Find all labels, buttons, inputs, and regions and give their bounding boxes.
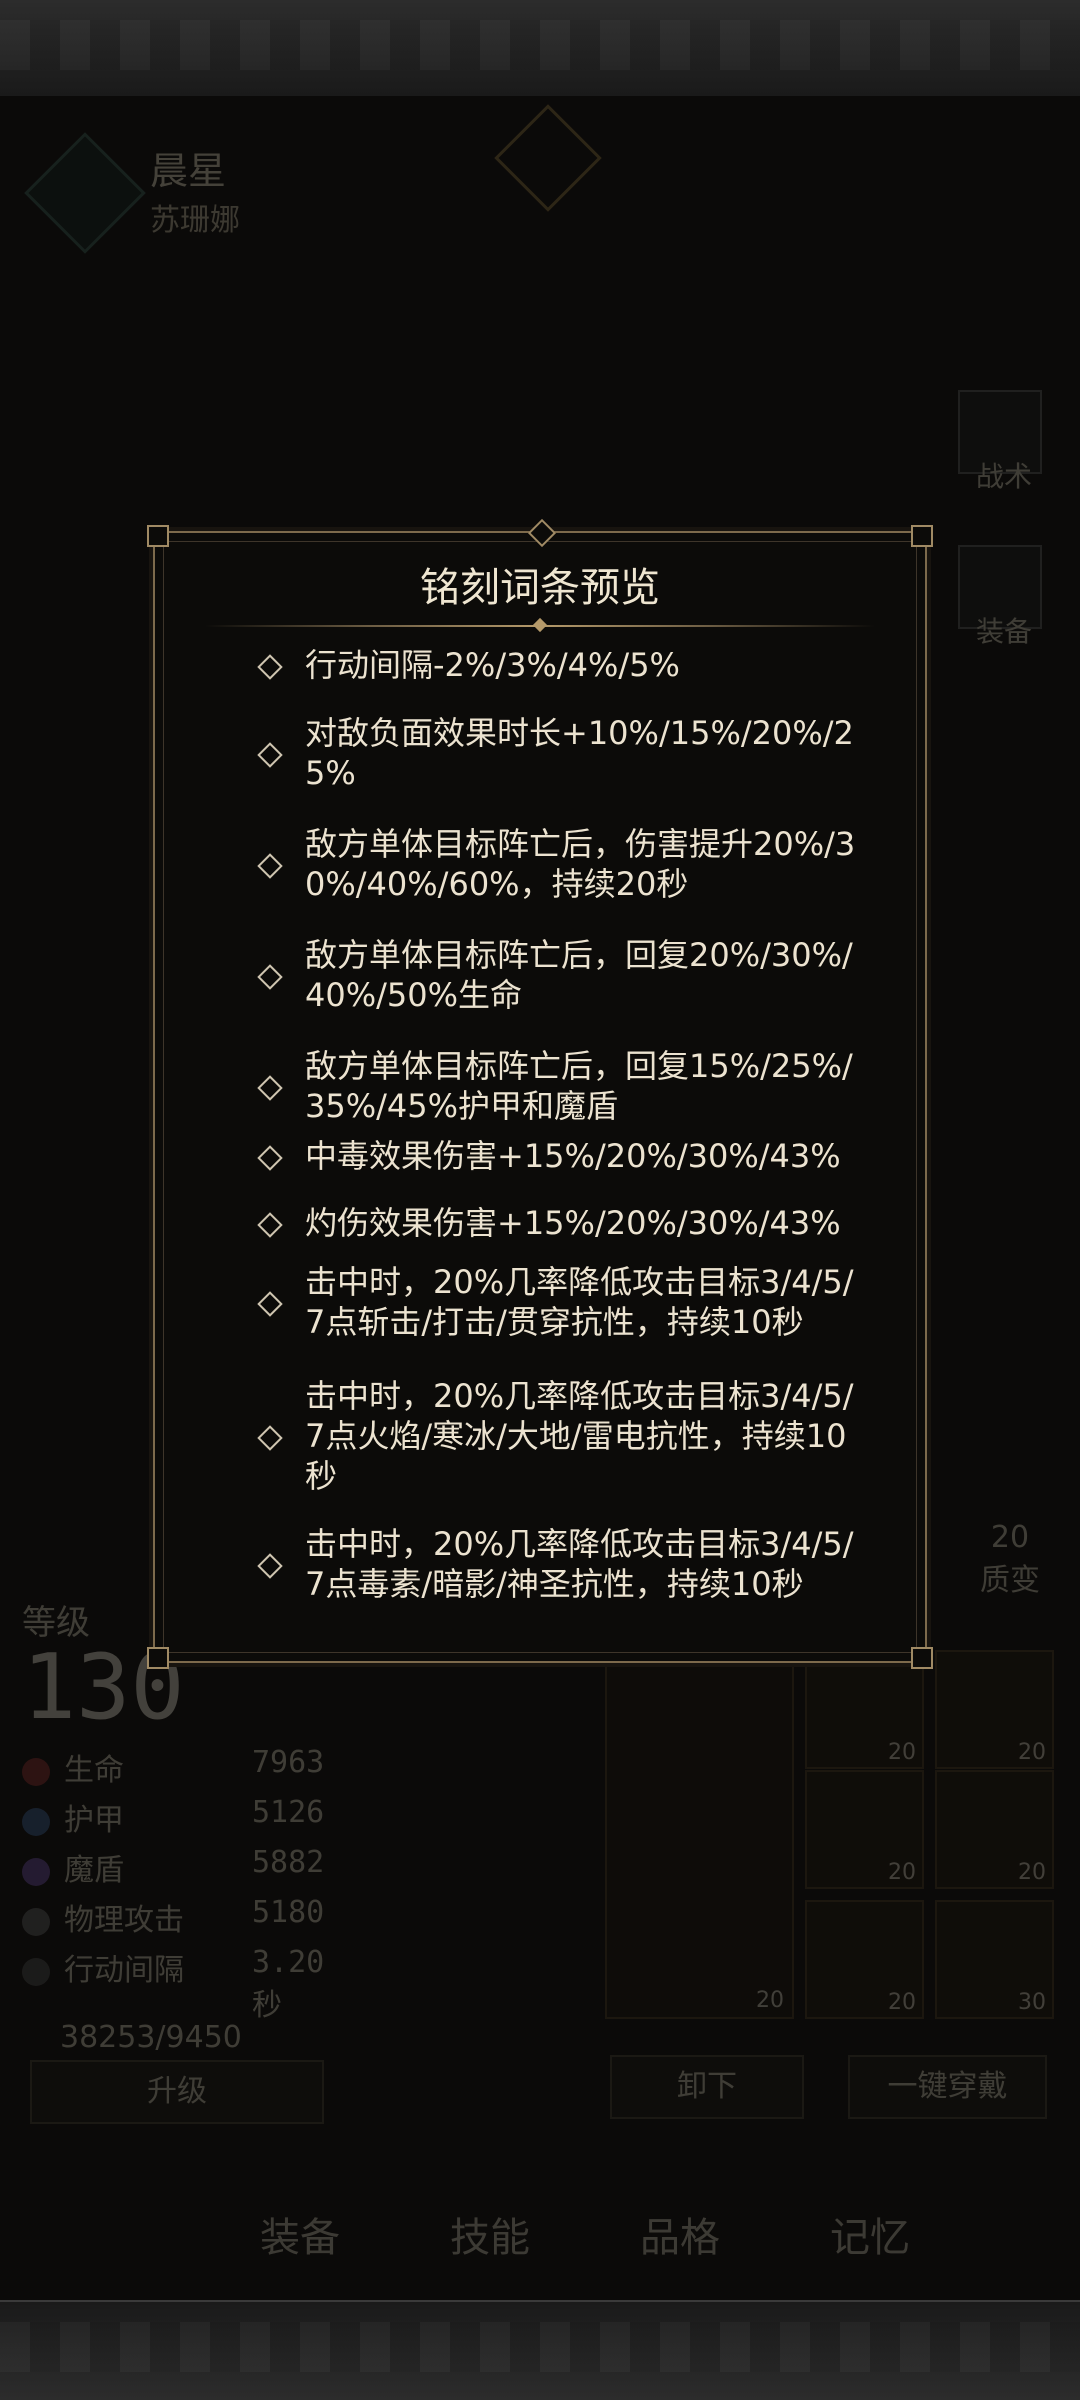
diamond-bullet-icon: [257, 1291, 283, 1317]
hero-title: 晨星: [150, 149, 227, 193]
equip-slot[interactable]: 20: [805, 1900, 924, 2019]
affix-text: 灼伤效果伤害+15%/20%/30%/43%: [305, 1204, 841, 1242]
quality-indicator: 20 质变: [980, 1520, 1040, 1599]
affix-text: 敌方单体目标阵亡后，回复20%/30%/40%/50%生命: [305, 936, 853, 1014]
stat-value: 3.20秒: [252, 1945, 325, 2023]
affix-text: 敌方单体目标阵亡后，伤害提升20%/30%/40%/60%，持续20秒: [305, 825, 856, 903]
stat-armor: 护甲 5126: [22, 1795, 342, 1839]
stat-action-interval: 行动间隔 3.20秒: [22, 1945, 342, 2023]
stat-label: 行动间隔: [64, 1953, 184, 1988]
stat-attack: 物理攻击 5180: [22, 1895, 342, 1939]
modal-title: 铭刻词条预览: [420, 565, 660, 611]
diamond-bullet-icon: [257, 1075, 283, 1101]
affix-text: 击中时，20%几率降低攻击目标3/4/5/7点毒素/暗影/神圣抗性，持续10秒: [305, 1525, 854, 1603]
inscription-preview-modal: 铭刻词条预览 行动间隔-2%/3%/4%/5% 对敌负面效果时长+10%/15%…: [147, 518, 933, 1669]
diamond-bullet-icon: [257, 1212, 283, 1238]
diamond-bullet-icon: [257, 1553, 283, 1579]
title-divider: [205, 625, 875, 627]
shield-icon: [22, 1807, 50, 1836]
stat-label: 护甲: [64, 1803, 124, 1838]
stat-value: 5882: [252, 1845, 325, 1880]
bottom-frame: [0, 2300, 1080, 2400]
upgrade-button[interactable]: 升级: [30, 2060, 324, 2124]
stat-magic-shield: 魔盾 5882: [22, 1845, 342, 1889]
diamond-bullet-icon: [257, 853, 283, 879]
stat-value: 5180: [252, 1895, 325, 1930]
slot-level: 20: [1018, 1860, 1046, 1885]
equip-slot[interactable]: 20: [935, 1650, 1054, 1769]
corner-ornament: [147, 525, 169, 547]
tactics-label: 战术: [975, 460, 1032, 493]
diamond-bullet-icon: [257, 1425, 283, 1451]
equip-slot[interactable]: 20: [935, 1770, 1054, 1889]
unequip-button[interactable]: 卸下: [610, 2055, 804, 2119]
tab-traits[interactable]: 品格: [640, 2205, 720, 2263]
exp-counter: 38253/9450: [60, 2020, 242, 2055]
equip-all-button[interactable]: 一键穿戴: [848, 2055, 1047, 2119]
slot-level: 20: [888, 1990, 916, 2015]
affix-text: 击中时，20%几率降低攻击目标3/4/5/7点斩击/打击/贯穿抗性，持续10秒: [305, 1263, 854, 1341]
stat-value: 5126: [252, 1795, 325, 1830]
heart-icon: [22, 1757, 50, 1786]
stat-label: 生命: [64, 1753, 124, 1788]
corner-ornament: [911, 525, 933, 547]
weapon-slot[interactable]: 20: [605, 1650, 794, 2019]
corner-ornament: [911, 1647, 933, 1669]
gear-side-label: 装备: [975, 615, 1032, 648]
tab-skills[interactable]: 技能: [450, 2205, 530, 2263]
top-frame: [0, 0, 1080, 98]
stat-hp: 生命 7963: [22, 1745, 342, 1789]
tab-equipment[interactable]: 装备: [260, 2205, 340, 2263]
clock-icon: [22, 1957, 50, 1986]
slot-level: 20: [756, 1988, 784, 2013]
quality-value: 20: [990, 1520, 1030, 1555]
magic-shield-icon: [22, 1857, 50, 1886]
affix-text: 敌方单体目标阵亡后，回复15%/25%/35%/45%护甲和魔盾: [305, 1047, 853, 1125]
affix-text: 中毒效果伤害+15%/20%/30%/43%: [305, 1137, 841, 1175]
slot-level: 20: [888, 1740, 916, 1765]
hero-name: 苏珊娜: [150, 203, 240, 238]
equip-slot[interactable]: 20: [805, 1770, 924, 1889]
diamond-bullet-icon: [257, 654, 283, 680]
stat-label: 物理攻击: [64, 1903, 184, 1938]
sword-icon: [22, 1907, 50, 1936]
diamond-bullet-icon: [257, 742, 283, 768]
stat-label: 魔盾: [64, 1853, 124, 1888]
equip-slot[interactable]: 20: [805, 1650, 924, 1769]
affix-text: 对敌负面效果时长+10%/15%/20%/25%: [305, 714, 854, 792]
corner-ornament: [147, 1647, 169, 1669]
affix-text: 击中时，20%几率降低攻击目标3/4/5/7点火焰/寒冰/大地/雷电抗性，持续1…: [305, 1377, 854, 1495]
diamond-bullet-icon: [257, 964, 283, 990]
stat-value: 7963: [252, 1745, 325, 1780]
quality-label: 质变: [980, 1563, 1040, 1598]
affix-text: 行动间隔-2%/3%/4%/5%: [305, 646, 680, 684]
slot-level: 30: [1018, 1990, 1046, 2015]
slot-level: 20: [888, 1860, 916, 1885]
slot-level: 20: [1018, 1740, 1046, 1765]
diamond-bullet-icon: [257, 1145, 283, 1171]
tab-memory[interactable]: 记忆: [830, 2205, 910, 2263]
equip-slot[interactable]: 30: [935, 1900, 1054, 2019]
